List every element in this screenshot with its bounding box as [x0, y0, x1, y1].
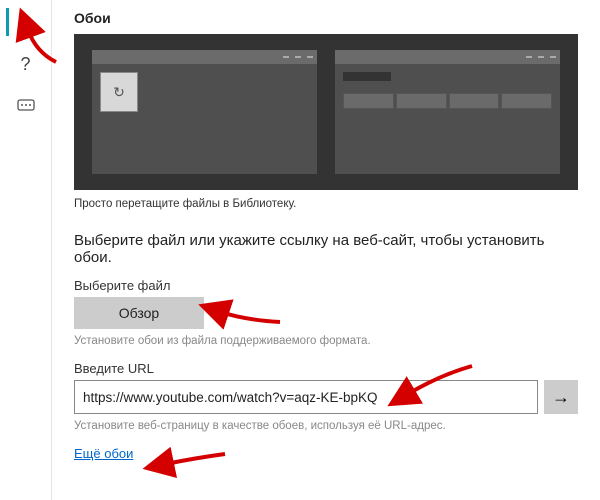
file-hint: Установите обои из файла поддерживаемого…	[74, 335, 578, 347]
url-hint: Установите веб-страницу в качестве обоев…	[74, 420, 578, 432]
file-label: Выберите файл	[74, 278, 578, 293]
preview-window-library	[92, 50, 317, 174]
go-button[interactable]: →	[544, 380, 578, 414]
add-icon[interactable]	[12, 8, 40, 36]
preview-caption: Просто перетащите файлы в Библиотеку.	[74, 198, 578, 210]
url-label: Введите URL	[74, 361, 578, 376]
help-icon[interactable]: ?	[12, 50, 40, 78]
more-wallpapers-link[interactable]: Ещё обои	[74, 446, 133, 461]
main-content: Обои Просто перетащите файлы в Библиотек…	[52, 0, 600, 500]
preview-window-list	[335, 50, 560, 174]
preview-area[interactable]	[74, 34, 578, 190]
feedback-icon[interactable]	[12, 92, 40, 120]
sidebar: ?	[0, 0, 52, 500]
browse-button[interactable]: Обзор	[74, 297, 204, 329]
page-title: Обои	[74, 10, 578, 26]
thumbnail-icon	[100, 72, 138, 112]
description: Выберите файл или укажите ссылку на веб-…	[74, 232, 578, 266]
url-input[interactable]	[74, 380, 538, 414]
